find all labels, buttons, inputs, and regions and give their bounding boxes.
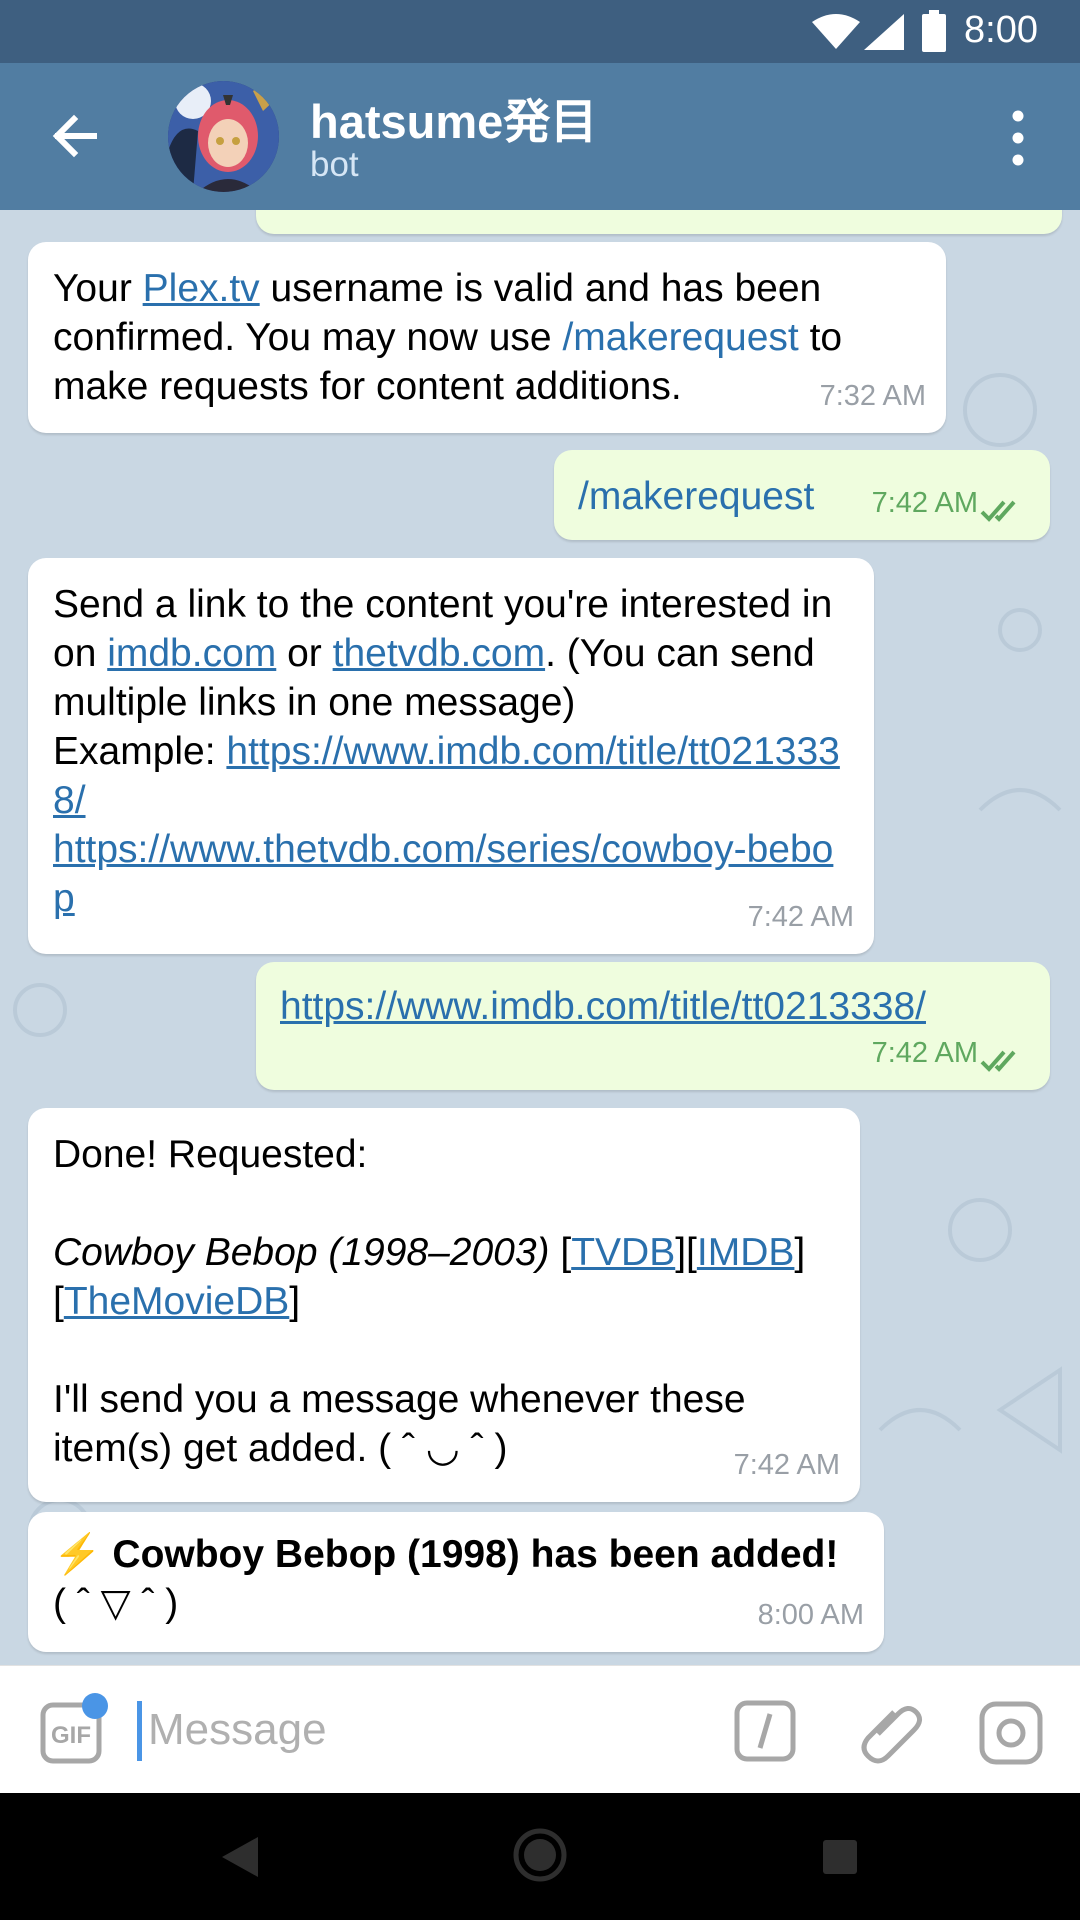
wifi-icon <box>812 14 860 49</box>
message-bubble-outgoing[interactable]: https://www.imdb.com/title/tt0213338/ 7:… <box>256 962 1050 1090</box>
message-input-bar: GIF <box>0 1665 1080 1794</box>
requested-title: Cowboy Bebop (1998–2003) <box>53 1231 550 1274</box>
makerequest-command-link[interactable]: /makerequest <box>562 316 798 359</box>
double-check-icon <box>980 1050 1016 1072</box>
message-time: 7:42 AM <box>871 487 978 519</box>
status-time: 8:00 <box>964 9 1038 51</box>
avatar[interactable] <box>168 81 279 192</box>
more-vert-icon[interactable] <box>1000 105 1036 171</box>
chat-subtitle: bot <box>310 145 359 184</box>
sent-imdb-link[interactable]: https://www.imdb.com/title/tt0213338/ <box>280 985 926 1028</box>
message-bubble-incoming[interactable]: Send a link to the content you're intere… <box>28 558 874 954</box>
message-time: 7:42 AM <box>871 1037 978 1069</box>
camera-icon[interactable] <box>978 1700 1044 1766</box>
message-time: 7:32 AM <box>819 380 926 412</box>
chat-area[interactable]: Your Plex.tv username is valid and has b… <box>0 210 1080 1665</box>
message-bubble-outgoing[interactable]: /makerequest 7:42 AM <box>554 450 1050 540</box>
themoviedb-link[interactable]: TheMovieDB <box>64 1280 289 1323</box>
nav-back-icon[interactable] <box>220 1835 260 1879</box>
text-cursor <box>137 1701 142 1761</box>
paperclip-icon[interactable] <box>858 1700 924 1766</box>
message-text: Done! Requested: Cowboy Bebop (1998–2003… <box>53 1133 806 1470</box>
message-input[interactable] <box>146 1694 650 1766</box>
message-bubble-incoming[interactable]: ⚡ Cowboy Bebop (1998) has been added!( ˆ… <box>28 1512 884 1652</box>
plex-link[interactable]: Plex.tv <box>143 267 260 310</box>
nav-home-icon[interactable] <box>512 1827 568 1883</box>
status-bar: 8:00 <box>0 0 1080 63</box>
example-thetvdb-link[interactable]: https://www.thetvdb.com/series/cowboy-be… <box>53 828 833 920</box>
gif-label: GIF <box>51 1722 91 1749</box>
imdb-link[interactable]: imdb.com <box>107 632 276 675</box>
imdb-link[interactable]: IMDB <box>697 1231 795 1274</box>
avatar-image <box>168 81 279 192</box>
gif-notification-dot <box>82 1693 108 1719</box>
signal-icon <box>864 14 904 50</box>
message-bubble-incoming[interactable]: Done! Requested: Cowboy Bebop (1998–2003… <box>28 1108 860 1502</box>
system-navigation-bar <box>0 1793 1080 1920</box>
battery-icon <box>922 10 946 52</box>
message-bubble-incoming[interactable]: Your Plex.tv username is valid and has b… <box>28 242 946 433</box>
chat-title: hatsume発目 <box>310 95 598 148</box>
message-text: Your Plex.tv username is valid and has b… <box>53 267 843 408</box>
message-text: ⚡ Cowboy Bebop (1998) has been added!( ˆ… <box>53 1533 839 1625</box>
nav-recents-icon[interactable] <box>822 1839 858 1875</box>
message-bubble-outgoing-partial <box>256 210 1062 234</box>
double-check-icon <box>980 500 1016 522</box>
message-text: Send a link to the content you're intere… <box>53 583 840 920</box>
tvdb-link[interactable]: TVDB <box>571 1231 675 1274</box>
lightning-emoji-icon: ⚡ <box>53 1533 102 1576</box>
thetvdb-link[interactable]: thetvdb.com <box>333 632 545 675</box>
message-time: 7:42 AM <box>733 1449 840 1481</box>
message-time: 8:00 AM <box>757 1599 864 1631</box>
chat-header: hatsume発目 bot <box>0 63 1080 210</box>
message-text: https://www.imdb.com/title/tt0213338/ <box>280 982 1026 1031</box>
message-time: 7:42 AM <box>747 901 854 933</box>
back-arrow-icon[interactable] <box>42 103 108 169</box>
slash-command-icon[interactable] <box>734 1700 796 1762</box>
